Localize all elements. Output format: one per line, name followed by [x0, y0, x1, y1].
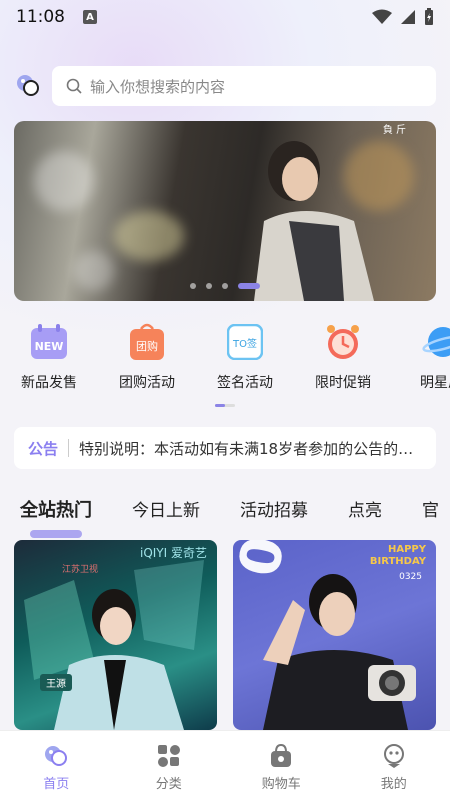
tab-label: 活动招募	[240, 501, 308, 521]
nav-label: 我的	[380, 777, 407, 792]
category-signature[interactable]: TO签 签名活动	[196, 322, 294, 394]
app-logo-icon[interactable]	[14, 72, 42, 100]
tab-light-up[interactable]: 点亮	[348, 496, 382, 530]
divider	[68, 439, 70, 457]
search-row: 输入你想搜索的内容	[14, 66, 436, 106]
category-row: NEW 新品发售 团购 团购活动 TO签 签名活动 限时促销 明星周	[0, 322, 450, 394]
status-icons	[372, 8, 434, 26]
category-flash-sale[interactable]: 限时促销	[294, 322, 392, 394]
announcement-tag: 公告	[28, 439, 59, 458]
carousel-dot-active[interactable]	[238, 283, 260, 289]
search-icon	[66, 78, 82, 94]
search-input[interactable]: 输入你想搜索的内容	[52, 66, 436, 106]
search-placeholder: 输入你想搜索的内容	[90, 77, 226, 96]
category-label: 明星周	[420, 375, 450, 391]
tab-new-today[interactable]: 今日上新	[132, 496, 200, 530]
home-icon	[45, 746, 68, 766]
battery-icon	[425, 8, 433, 25]
wifi-icon	[372, 9, 392, 24]
announcement-bar[interactable]: 公告 特别说明：本活动如有未满18岁者参加的公告的…	[14, 427, 436, 469]
svg-text:NEW: NEW	[35, 340, 64, 353]
carousel-dot[interactable]	[190, 283, 196, 289]
nav-category[interactable]: 分类	[113, 731, 226, 800]
nav-label: 分类	[155, 777, 182, 792]
card-photo	[263, 574, 416, 730]
status-time: 11:08	[16, 7, 65, 27]
announcement-text: 特别说明：本活动如有未满18岁者参加的公告的…	[79, 439, 414, 458]
category-star-week[interactable]: 明星周	[392, 322, 450, 394]
carousel-dot[interactable]	[222, 283, 228, 289]
nav-profile[interactable]: 我的	[338, 731, 450, 800]
group-buy-icon: 团购	[127, 322, 167, 362]
bokeh-light	[114, 211, 184, 261]
category-label: 签名活动	[217, 375, 273, 391]
category-label: 限时促销	[315, 375, 371, 391]
tab-label: 全站热门	[20, 500, 92, 521]
planet-icon	[421, 322, 450, 362]
tab-recruitment[interactable]: 活动招募	[240, 496, 308, 530]
category-group-buy[interactable]: 团购 团购活动	[98, 322, 196, 394]
category-label: 团购活动	[119, 375, 175, 391]
card-name-tag: 王源	[40, 674, 72, 691]
tab-hot[interactable]: 全站热门	[20, 496, 92, 538]
svg-text:TO签: TO签	[232, 337, 257, 350]
tab-official[interactable]: 官	[422, 496, 439, 530]
tab-label: 点亮	[348, 501, 382, 521]
banner-corner-text: 負 斤	[382, 125, 406, 136]
tab-label: 官	[422, 501, 439, 521]
nav-cart[interactable]: 购物车	[225, 731, 338, 800]
nav-label: 首页	[43, 777, 70, 792]
content-tabs: 全站热门 今日上新 活动招募 点亮 官	[20, 496, 450, 538]
tab-label: 今日上新	[132, 501, 200, 521]
product-card[interactable]: iQIYI 爱奇艺 江苏卫视 王源	[14, 540, 217, 730]
tab-active-underline	[30, 530, 82, 538]
nav-label: 购物车	[261, 777, 301, 792]
category-icon	[157, 745, 180, 767]
svg-text:团购: 团购	[136, 339, 158, 353]
keyboard-a-icon: A	[83, 10, 97, 24]
signal-icon	[401, 10, 415, 24]
banner-carousel[interactable]: 負 斤	[14, 121, 436, 301]
carousel-indicator	[14, 283, 436, 289]
status-bar: 11:08 A	[0, 0, 450, 34]
category-label: 新品发售	[21, 375, 77, 391]
bottom-navigation: 首页 分类 购物车 我的	[0, 730, 450, 800]
card-photo	[24, 560, 204, 730]
banner-photo-person	[254, 141, 374, 301]
signature-icon: TO签	[225, 322, 265, 362]
bokeh-light	[34, 151, 94, 211]
alarm-clock-icon	[323, 322, 363, 362]
category-scroll-indicator	[215, 404, 235, 407]
nav-home[interactable]: 首页	[0, 731, 113, 800]
product-card[interactable]: HAPPY BIRTHDAY 0325 0325	[233, 540, 436, 730]
carousel-dot[interactable]	[206, 283, 212, 289]
profile-icon	[383, 744, 404, 768]
new-icon: NEW	[29, 322, 69, 362]
product-grid: iQIYI 爱奇艺 江苏卫视 王源 HAPPY BIRTHDAY 0325 03…	[14, 540, 436, 730]
cart-icon	[271, 743, 292, 767]
category-new-release[interactable]: NEW 新品发售	[0, 322, 98, 394]
